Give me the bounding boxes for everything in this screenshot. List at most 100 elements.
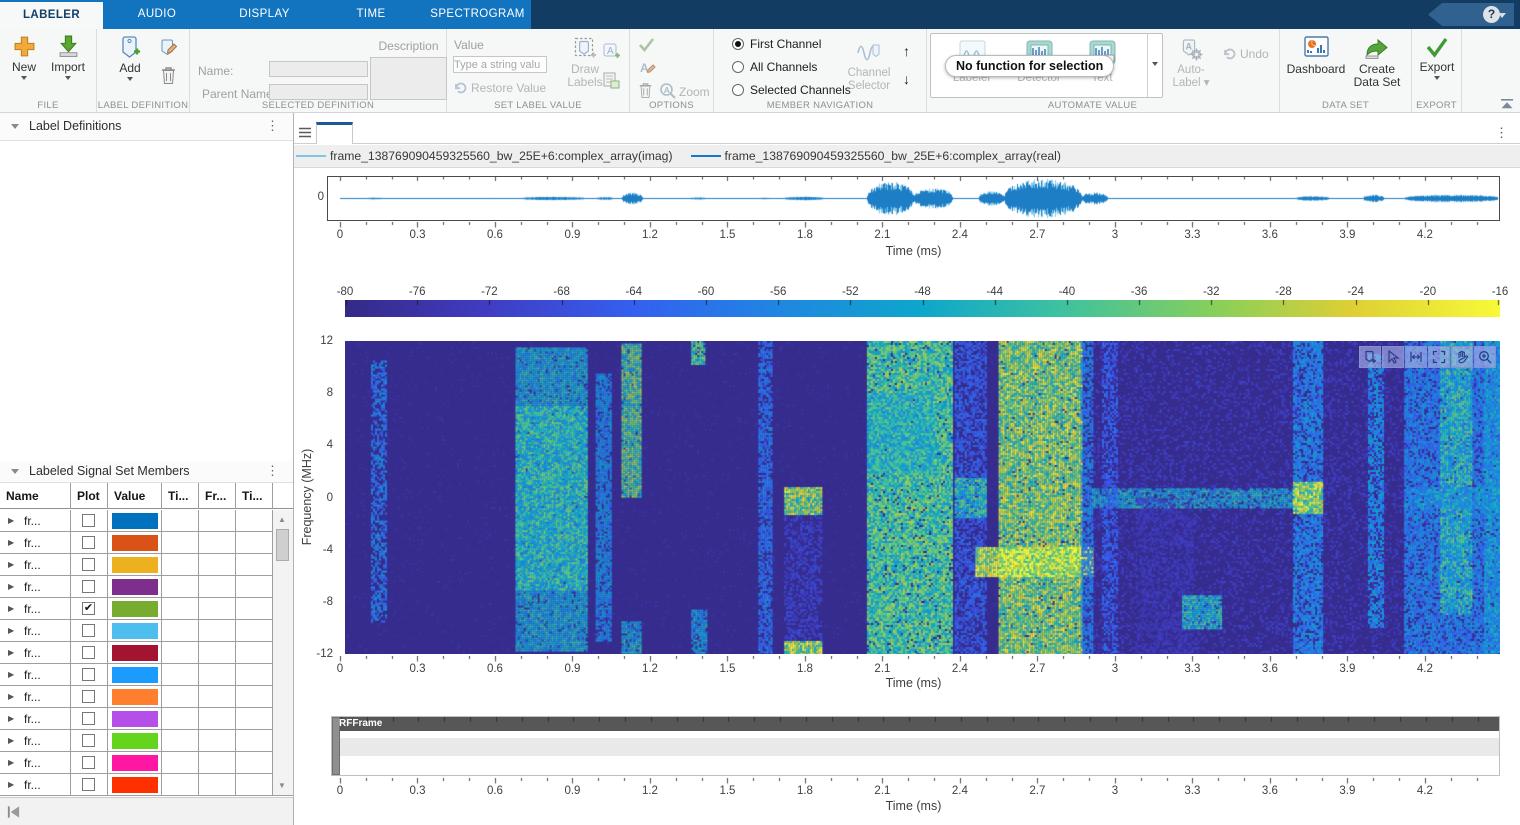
new-button[interactable]: New: [3, 35, 45, 83]
column-header-t2[interactable]: Ti...: [236, 483, 273, 509]
color-swatch[interactable]: [112, 711, 158, 727]
cell-fr[interactable]: [199, 642, 236, 664]
cell-name[interactable]: ▶ fr...: [0, 510, 71, 532]
cell-value[interactable]: [108, 532, 162, 554]
cell-t2[interactable]: [236, 510, 273, 532]
expand-row-icon[interactable]: ▶: [8, 516, 14, 525]
cell-t1[interactable]: [162, 598, 199, 620]
expand-row-icon[interactable]: ▶: [8, 714, 14, 723]
cell-value[interactable]: [108, 620, 162, 642]
parent-name-field[interactable]: [269, 84, 368, 100]
table-row[interactable]: ▶ fr...: [0, 532, 273, 554]
cell-t2[interactable]: [236, 774, 273, 796]
tab-display[interactable]: DISPLAY: [211, 0, 318, 29]
cell-t1[interactable]: [162, 620, 199, 642]
next-member-button[interactable]: ↓: [903, 71, 910, 87]
cell-t2[interactable]: [236, 730, 273, 752]
plot-checkbox[interactable]: ✔: [82, 602, 95, 615]
column-header-fr[interactable]: Fr...: [199, 483, 236, 509]
cell-value[interactable]: [108, 664, 162, 686]
cell-fr[interactable]: [199, 774, 236, 796]
cell-value[interactable]: [108, 730, 162, 752]
scroll-up-icon[interactable]: ▲: [278, 515, 286, 524]
pan-tool-button[interactable]: [1451, 346, 1473, 368]
expand-row-icon[interactable]: ▶: [8, 626, 14, 635]
expand-row-icon[interactable]: ▶: [8, 604, 14, 613]
cell-name[interactable]: ▶ fr...: [0, 708, 71, 730]
members-collapse-icon[interactable]: [11, 469, 19, 478]
cell-name[interactable]: ▶ fr...: [0, 664, 71, 686]
cell-t1[interactable]: [162, 752, 199, 774]
expand-row-icon[interactable]: ▶: [8, 670, 14, 679]
color-swatch[interactable]: [112, 733, 158, 749]
plot-checkbox[interactable]: [82, 646, 95, 659]
label-definitions-menu-icon[interactable]: ⋮: [266, 118, 279, 134]
expand-row-icon[interactable]: ▶: [8, 780, 14, 789]
color-swatch[interactable]: [112, 535, 158, 551]
description-field[interactable]: [370, 57, 447, 100]
auto-label-button[interactable]: A Auto- Label ▾: [1170, 38, 1212, 90]
collapse-ribbon-button[interactable]: [1500, 98, 1514, 112]
table-row[interactable]: ▶ fr...: [0, 510, 273, 532]
plot-checkbox[interactable]: [82, 514, 95, 527]
cell-name[interactable]: ▶ fr...: [0, 576, 71, 598]
cell-t1[interactable]: [162, 554, 199, 576]
cell-t1[interactable]: [162, 532, 199, 554]
table-row[interactable]: ▶ fr...: [0, 576, 273, 598]
table-row[interactable]: ▶ fr...: [0, 642, 273, 664]
cell-name[interactable]: ▶ fr...: [0, 532, 71, 554]
edit-label-definition-button[interactable]: [159, 38, 178, 60]
legend-entry[interactable]: frame_138769090459325560_bw_25E+6:comple…: [691, 149, 1061, 163]
color-swatch[interactable]: [112, 755, 158, 771]
color-swatch[interactable]: [112, 601, 158, 617]
delete-value-button[interactable]: [638, 82, 653, 102]
fit-view-button[interactable]: [1428, 346, 1450, 368]
color-swatch[interactable]: [112, 513, 158, 529]
radio-first-channel[interactable]: First Channel: [732, 37, 821, 51]
cell-fr[interactable]: [199, 686, 236, 708]
create-data-set-button[interactable]: Create Data Set: [1348, 36, 1406, 89]
table-row[interactable]: ▶ fr...: [0, 554, 273, 576]
panner-top-bar[interactable]: [332, 717, 1499, 731]
export-button[interactable]: Export: [1418, 36, 1456, 83]
radio-selected-channels[interactable]: Selected Channels: [732, 83, 851, 97]
value-input[interactable]: [453, 56, 547, 73]
cell-fr[interactable]: [199, 664, 236, 686]
cell-value[interactable]: [108, 752, 162, 774]
cell-t2[interactable]: [236, 642, 273, 664]
plot-checkbox[interactable]: [82, 756, 95, 769]
plot-area-menu-icon[interactable]: ⋮: [1495, 125, 1508, 141]
cell-value[interactable]: [108, 554, 162, 576]
cell-value[interactable]: [108, 708, 162, 730]
label-tool-button[interactable]: [1359, 346, 1381, 368]
cell-t1[interactable]: [162, 708, 199, 730]
plot-checkbox[interactable]: [82, 668, 95, 681]
scroll-down-icon[interactable]: ▼: [278, 781, 286, 790]
horizontal-zoom-button[interactable]: [1405, 346, 1427, 368]
color-swatch[interactable]: [112, 557, 158, 573]
panner[interactable]: RFFrame: [331, 716, 1500, 776]
color-swatch[interactable]: [112, 689, 158, 705]
table-row[interactable]: ▶ fr...: [0, 664, 273, 686]
cell-t2[interactable]: [236, 752, 273, 774]
color-swatch[interactable]: [112, 777, 158, 793]
expand-row-icon[interactable]: ▶: [8, 582, 14, 591]
pointer-tool-button[interactable]: [1382, 346, 1404, 368]
cell-t1[interactable]: [162, 510, 199, 532]
cell-t2[interactable]: [236, 620, 273, 642]
cell-fr[interactable]: [199, 730, 236, 752]
plot-checkbox[interactable]: [82, 778, 95, 791]
expand-row-icon[interactable]: ▶: [8, 736, 14, 745]
scrollbar-thumb[interactable]: [276, 529, 289, 561]
tab-labeler[interactable]: LABELER: [0, 2, 103, 29]
delete-label-definition-button[interactable]: [160, 66, 177, 88]
legend-entry[interactable]: frame_138769090459325560_bw_25E+6:comple…: [296, 149, 673, 163]
cell-t1[interactable]: [162, 774, 199, 796]
gallery-dropdown-button[interactable]: [1147, 34, 1162, 97]
cell-name[interactable]: ▶ fr...: [0, 598, 71, 620]
waveform-plot[interactable]: [327, 176, 1500, 221]
dashboard-button[interactable]: Dashboard: [1286, 36, 1346, 76]
table-row[interactable]: ▶ fr... ✔: [0, 598, 273, 620]
expand-row-icon[interactable]: ▶: [8, 758, 14, 767]
expand-row-icon[interactable]: ▶: [8, 648, 14, 657]
